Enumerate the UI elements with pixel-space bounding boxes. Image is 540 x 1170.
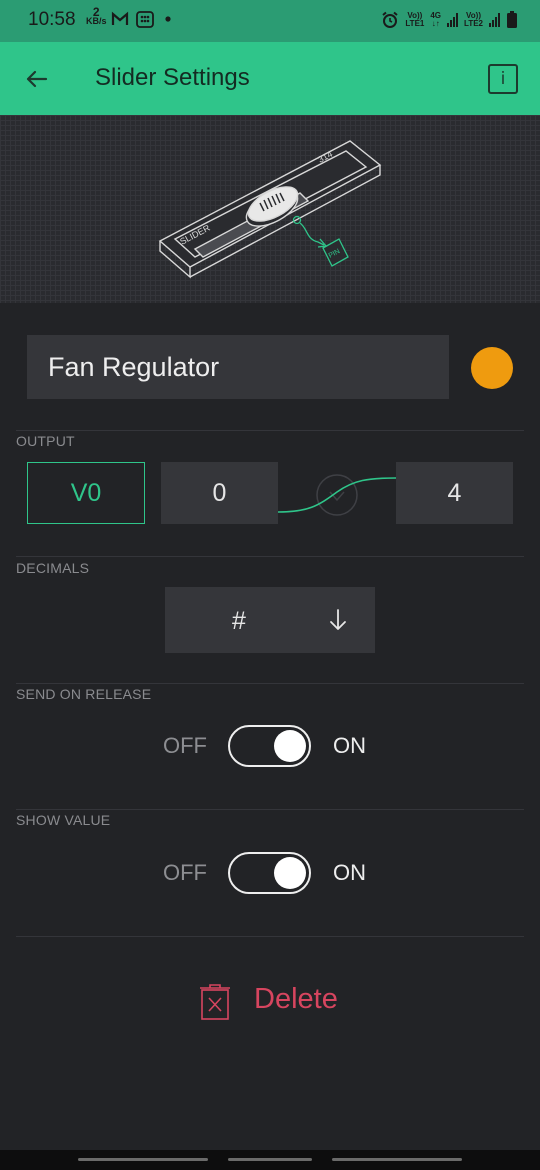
dot-icon [165,16,171,22]
send-on-release-toggle[interactable] [228,725,311,767]
show-value-section-label: SHOW VALUE [16,812,111,828]
show-value-toggle[interactable] [228,852,311,894]
toggle-knob [274,730,306,762]
network-type: 4G ↓↑ [430,12,441,28]
decimals-value: # [232,607,246,635]
divider [16,936,524,937]
decimals-section-label: DECIMALS [16,560,90,576]
page-title: Slider Settings [95,64,250,91]
system-nav-bar [0,1150,540,1170]
delete-label: Delete [254,983,338,1015]
toggle-knob [274,857,306,889]
send-on-release-on-label[interactable]: ON [333,733,366,759]
battery-icon [507,11,517,28]
nav-back-gesture[interactable] [78,1158,208,1161]
output-min-input[interactable]: 0 [161,462,278,524]
show-value-off-label[interactable]: OFF [163,860,207,886]
divider [16,809,524,810]
pin-connector-icon: PIN [292,215,349,267]
network-speed: 2 KB/s [86,6,107,26]
app-toolbar: Slider Settings i [0,42,540,115]
decimals-dropdown[interactable]: # [165,587,375,653]
sim2-label: Vo)) LTE2 [464,12,483,28]
info-button[interactable]: i [488,64,518,94]
slider-widget-illustration: SLIDER 314 PIN [158,140,382,279]
send-on-release-off-label[interactable]: OFF [163,733,207,759]
sim2-lte: LTE2 [464,19,483,28]
divider [16,556,524,557]
nav-recents-gesture[interactable] [332,1158,462,1161]
network-speed-unit: KB/s [86,16,107,26]
sim1-lte: LTE1 [405,19,425,28]
info-icon: i [500,69,506,89]
grid-app-icon [136,11,154,28]
output-pin-selector[interactable]: V0 [27,462,145,524]
sim1-label: Vo)) LTE1 [405,12,424,28]
divider [16,683,524,684]
output-section-label: OUTPUT [16,433,75,449]
status-bar: 10:58 2 KB/s Vo)) LTE1 4G ↓↑ Vo)) LTE2 [0,0,540,42]
send-on-release-section-label: SEND ON RELEASE [16,686,152,702]
slider-illustration: SLIDER 314 PIN [0,115,540,303]
widget-name-input[interactable]: Fan Regulator [27,335,449,399]
arrow-down-icon [330,609,346,630]
widget-color-picker[interactable] [471,347,513,389]
nav-home-gesture[interactable] [228,1158,312,1161]
range-curve-icon [278,474,396,516]
data-arrows-icon: ↓↑ [431,19,440,28]
status-time: 10:58 [28,9,76,30]
signal-icon-2 [489,13,500,27]
show-value-on-label[interactable]: ON [333,860,366,886]
signal-icon [447,13,459,27]
back-arrow-icon[interactable] [20,62,54,96]
alarm-icon [382,11,399,28]
divider [16,430,524,431]
trash-icon [200,984,230,1020]
status-right-group: Vo)) LTE1 4G ↓↑ Vo)) LTE2 [381,9,518,31]
delete-button[interactable]: Delete [198,980,358,1024]
gmail-icon [111,11,129,25]
send-on-release-row: OFF ON [0,725,540,769]
show-value-row: OFF ON [0,852,540,896]
output-max-input[interactable]: 4 [396,462,513,524]
slider-settings-screen: 10:58 2 KB/s Vo)) LTE1 4G ↓↑ Vo)) LTE2 S… [0,0,540,1170]
